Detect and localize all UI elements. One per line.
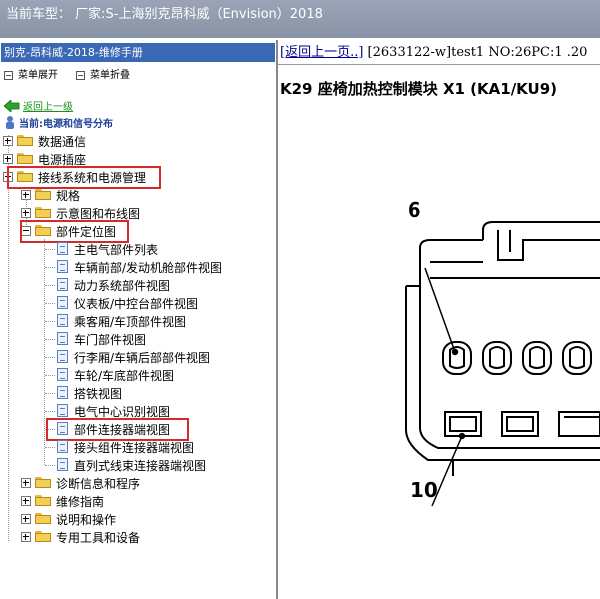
folder-icon — [35, 189, 51, 200]
document-icon — [57, 296, 68, 309]
tree-item-trunk-rear-view[interactable]: 行李厢/车辆后部部件视图 — [39, 348, 269, 366]
tree-item-door-view[interactable]: 车门部件视图 — [39, 330, 269, 348]
tree-item-data-comm[interactable]: 数据通信 — [3, 132, 263, 150]
document-icon — [57, 404, 68, 417]
expand-toggle-icon[interactable] — [21, 532, 31, 542]
window-title: 当前车型： 厂家:S-上海别克昂科威（Envision）2018 — [6, 7, 323, 22]
person-icon — [6, 116, 14, 129]
document-icon — [57, 314, 68, 327]
document-icon — [57, 386, 68, 399]
window-title-bar: 当前车型： 厂家:S-上海别克昂科威（Envision）2018 — [0, 0, 600, 38]
document-icon — [57, 440, 68, 453]
tree-item-cabin-roof-view[interactable]: 乘客厢/车顶部件视图 — [39, 312, 269, 330]
sidebar: 别克-昂科威-2018-维修手册 菜单展开 菜单折叠 返回上一级 当前:电源和信… — [0, 40, 278, 599]
tree-item-splice-connector-view[interactable]: 接头组件连接器端视图 — [39, 438, 269, 456]
tree-item-wheel-underbody-view[interactable]: 车轮/车底部件视图 — [39, 366, 269, 384]
expand-toggle-icon[interactable] — [21, 208, 31, 218]
folder-icon — [35, 531, 51, 542]
expand-toggle-icon[interactable] — [21, 190, 31, 200]
tree-item-dash-console-view[interactable]: 仪表板/中控台部件视图 — [39, 294, 269, 312]
folder-icon — [17, 153, 33, 164]
folder-icon — [35, 477, 51, 488]
collapse-all-button[interactable]: 菜单折叠 — [76, 66, 130, 81]
back-up-link[interactable]: 返回上一级 — [4, 97, 204, 115]
tree-item-special-tools[interactable]: 专用工具和设备 — [21, 528, 261, 546]
back-arrow-icon — [4, 100, 20, 112]
expand-toggle-icon[interactable] — [3, 154, 13, 164]
callout-10: 10 — [410, 478, 438, 502]
tree-item-ground-view[interactable]: 搭铁视图 — [39, 384, 269, 402]
expand-toggle-icon[interactable] — [21, 514, 31, 524]
folder-icon — [35, 207, 51, 218]
document-icon — [57, 350, 68, 363]
folder-icon — [35, 513, 51, 524]
back-page-link[interactable]: [返回上一页..] — [280, 45, 363, 60]
document-icon — [57, 278, 68, 291]
tree-item-inline-connector-view[interactable]: 直列式线束连接器端视图 — [39, 456, 269, 474]
tree-item-diagnostics[interactable]: 诊断信息和程序 — [21, 474, 261, 492]
document-icon — [57, 260, 68, 273]
callout-6: 6 — [408, 198, 421, 222]
tree-item-front-engine-view[interactable]: 车辆前部/发动机舱部件视图 — [39, 258, 269, 276]
tree-item-repair-guide[interactable]: 维修指南 — [21, 492, 261, 510]
nav-line: [返回上一页..] [2633122-w]test1 NO:26PC:1 .20 — [280, 41, 587, 60]
folder-icon — [35, 495, 51, 506]
divider-line — [278, 64, 600, 65]
expand-all-button[interactable]: 菜单展开 — [4, 66, 58, 81]
folder-icon — [17, 135, 33, 146]
collapse-icon — [76, 70, 85, 80]
document-icon — [57, 242, 68, 255]
document-icon — [57, 332, 68, 345]
manual-header: 别克-昂科威-2018-维修手册 — [1, 43, 275, 62]
tree-item-main-components[interactable]: 主电气部件列表 — [39, 240, 269, 258]
doc-title: K29 座椅加热控制模块 X1 (KA1/KU9) — [280, 80, 558, 98]
current-section: 当前:电源和信号分布 — [4, 114, 204, 132]
expand-toggle-icon[interactable] — [21, 496, 31, 506]
doc-meta: [2633122-w]test1 NO:26PC:1 .20 — [363, 45, 588, 60]
document-icon — [57, 458, 68, 471]
pin-cavity — [558, 411, 600, 437]
tree-item-powertrain-view[interactable]: 动力系统部件视图 — [39, 276, 269, 294]
tree-item-specs[interactable]: 规格 — [21, 186, 261, 204]
tree-item-instructions[interactable]: 说明和操作 — [21, 510, 261, 528]
content-pane: [返回上一页..] [2633122-w]test1 NO:26PC:1 .20… — [278, 40, 600, 599]
expand-toggle-icon[interactable] — [21, 478, 31, 488]
document-icon — [57, 368, 68, 381]
expand-icon — [4, 70, 13, 80]
connector-diagram — [405, 221, 600, 507]
expand-toggle-icon[interactable] — [3, 136, 13, 146]
